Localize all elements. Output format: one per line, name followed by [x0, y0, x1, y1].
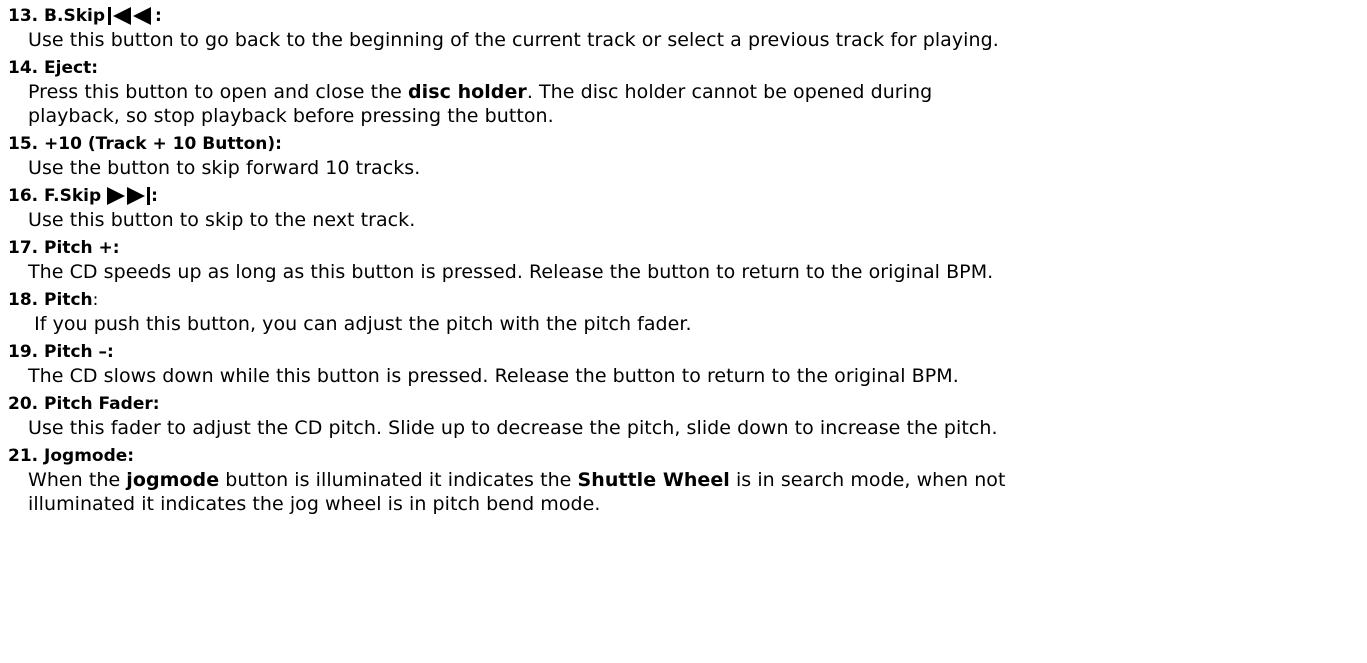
entry-19-title: Pitch –: — [44, 342, 114, 362]
entry-21-heading: 21. Jogmode: — [8, 445, 134, 467]
entry-14-body-line1: Press this button to open and close the … — [28, 80, 932, 104]
skip-forward-icon — [103, 186, 151, 206]
entry-14-body-line2: playback, so stop playback before pressi… — [28, 105, 554, 127]
disc-holder-term: disc holder — [408, 81, 527, 103]
entry-17-title: Pitch +: — [44, 238, 120, 258]
entry-14-text-a: Press this button to open and close the — [28, 81, 409, 103]
entry-16-title-suffix: : — [151, 186, 158, 206]
entry-13-heading: 13. B.Skip: — [8, 5, 162, 27]
jogmode-term: jogmode — [126, 469, 220, 491]
entry-21-body-line2: illuminated it indicates the jog wheel i… — [28, 493, 601, 515]
manual-page: 13. B.Skip: Use this button to go back t… — [0, 0, 1367, 663]
entry-16-title: F.Skip — [44, 186, 102, 206]
entry-20-body: Use this fader to adjust the CD pitch. S… — [28, 417, 998, 439]
entry-20-number: 20. — [8, 394, 39, 414]
entry-13-title-suffix: : — [155, 6, 162, 26]
entry-14-heading: 14. Eject: — [8, 57, 98, 79]
entry-13-number: 13. — [8, 6, 39, 26]
entry-18-title: Pitch — [44, 290, 93, 310]
entry-18-title-suffix: : — [92, 290, 99, 310]
entry-21-text-e: is in search mode, when not — [729, 469, 1006, 491]
entry-21-body-line1: When the jogmode button is illuminated i… — [28, 468, 1005, 492]
entry-13-title: B.Skip — [44, 6, 106, 26]
entry-21-number: 21. — [8, 446, 39, 466]
entry-17-number: 17. — [8, 238, 39, 258]
shuttle-wheel-term: Shuttle Wheel — [577, 469, 730, 491]
entry-15-title: +10 (Track + 10 Button): — [44, 134, 282, 154]
entry-16-heading: 16. F.Skip: — [8, 185, 158, 207]
entry-17-heading: 17. Pitch +: — [8, 237, 120, 259]
entry-15-number: 15. — [8, 134, 39, 154]
entry-20-heading: 20. Pitch Fader: — [8, 393, 160, 415]
entry-21-text-a: When the — [28, 469, 127, 491]
skip-back-icon — [107, 6, 155, 26]
entry-19-heading: 19. Pitch –: — [8, 341, 114, 363]
entry-14-text-c: . The disc holder cannot be opened durin… — [526, 81, 933, 103]
entry-13-body: Use this button to go back to the beginn… — [28, 29, 999, 51]
entry-16-number: 16. — [8, 186, 39, 206]
entry-20-title: Pitch Fader: — [44, 394, 160, 414]
entry-18-body: If you push this button, you can adjust … — [28, 313, 692, 335]
entry-14-title: Eject: — [44, 58, 99, 78]
entry-21-title: Jogmode: — [44, 446, 135, 466]
entry-14-number: 14. — [8, 58, 39, 78]
entry-18-heading: 18. Pitch: — [8, 289, 98, 311]
entry-18-number: 18. — [8, 290, 39, 310]
entry-19-body: The CD slows down while this button is p… — [28, 365, 959, 387]
entry-15-body: Use the button to skip forward 10 tracks… — [28, 157, 421, 179]
entry-17-body: The CD speeds up as long as this button … — [28, 261, 994, 283]
entry-15-heading: 15. +10 (Track + 10 Button): — [8, 133, 282, 155]
entry-16-body: Use this button to skip to the next trac… — [28, 209, 416, 231]
entry-19-number: 19. — [8, 342, 39, 362]
entry-21-text-c: button is illuminated it indicates the — [219, 469, 578, 491]
